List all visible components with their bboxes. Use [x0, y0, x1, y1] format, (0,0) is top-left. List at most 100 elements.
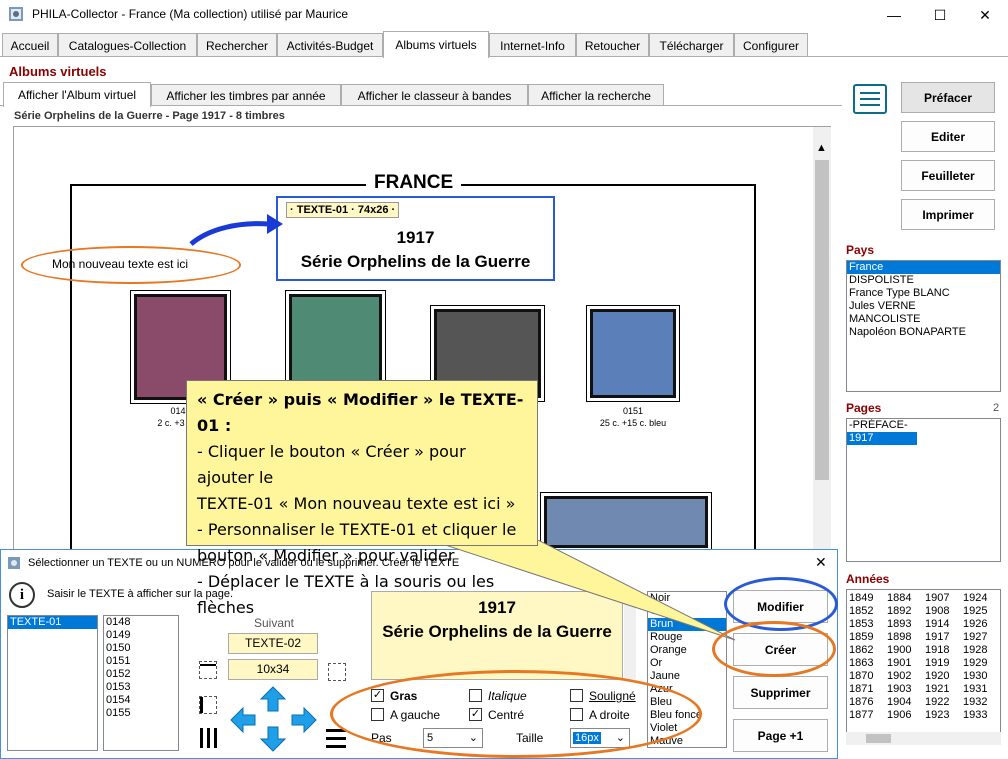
year-item[interactable]: 1908: [925, 605, 949, 617]
list-item[interactable]: Napoléon BONAPARTE: [847, 326, 1000, 339]
imprimer-button[interactable]: Imprimer: [901, 199, 995, 230]
list-item[interactable]: France Type BLANC: [847, 287, 1000, 300]
tab-accueil[interactable]: Accueil: [2, 33, 58, 57]
year-item[interactable]: 1884: [887, 592, 911, 604]
year-item[interactable]: 1931: [963, 683, 987, 695]
year-item[interactable]: 1849: [849, 592, 873, 604]
pas-select[interactable]: 5 ⌄: [423, 728, 483, 748]
list-item[interactable]: 0151: [104, 655, 178, 668]
color-item[interactable]: Bleu: [648, 696, 726, 709]
year-item[interactable]: 1904: [887, 696, 911, 708]
scroll-up-icon[interactable]: ▲: [816, 142, 827, 154]
year-item[interactable]: 1925: [963, 605, 987, 617]
color-item[interactable]: Jaune: [648, 670, 726, 683]
year-item[interactable]: 1932: [963, 696, 987, 708]
italique-checkbox[interactable]: [469, 689, 482, 702]
year-item[interactable]: 1863: [849, 657, 873, 669]
year-item[interactable]: 1930: [963, 670, 987, 682]
year-item[interactable]: 1877: [849, 709, 873, 721]
year-item[interactable]: 1898: [887, 631, 911, 643]
list-item[interactable]: 0152: [104, 668, 178, 681]
year-item[interactable]: 1929: [963, 657, 987, 669]
tab-retoucher[interactable]: Retoucher: [576, 33, 649, 57]
align-vertical-icon[interactable]: [199, 728, 219, 750]
year-item[interactable]: 1918: [925, 644, 949, 656]
minimize-button[interactable]: —: [871, 0, 917, 30]
arrow-right-icon[interactable]: [291, 707, 317, 733]
new-text[interactable]: Mon nouveau texte est ici: [52, 257, 188, 271]
year-item[interactable]: 1923: [925, 709, 949, 721]
year-item[interactable]: 1919: [925, 657, 949, 669]
dialog-close-icon[interactable]: ✕: [815, 554, 827, 571]
year-item[interactable]: 1920: [925, 670, 949, 682]
align-left-icon[interactable]: [199, 696, 217, 714]
year-item[interactable]: 1853: [849, 618, 873, 630]
page-plus-one-button[interactable]: Page +1: [733, 719, 828, 752]
align-right-icon[interactable]: [328, 663, 346, 681]
year-item[interactable]: 1871: [849, 683, 873, 695]
gras-checkbox[interactable]: ✓: [371, 689, 384, 702]
color-item[interactable]: Violet: [648, 722, 726, 735]
color-item[interactable]: Or: [648, 657, 726, 670]
list-item[interactable]: France: [847, 261, 1000, 274]
annees-scrollbar[interactable]: [846, 732, 1001, 745]
year-item[interactable]: 1906: [887, 709, 911, 721]
year-item[interactable]: 1914: [925, 618, 949, 630]
align-horizontal-icon[interactable]: [326, 728, 346, 750]
list-item[interactable]: -PRÉFACE-: [847, 419, 1000, 432]
year-item[interactable]: 1921: [925, 683, 949, 695]
arrow-down-icon[interactable]: [260, 726, 286, 752]
arrow-left-icon[interactable]: [230, 707, 256, 733]
year-item[interactable]: 1928: [963, 644, 987, 656]
year-item[interactable]: 1876: [849, 696, 873, 708]
year-item[interactable]: 1852: [849, 605, 873, 617]
taille-select[interactable]: 16px ⌄: [570, 728, 630, 748]
subtab-album[interactable]: Afficher l'Album virtuel: [3, 82, 151, 107]
tab-catalogues[interactable]: Catalogues-Collection: [58, 33, 197, 57]
album-header-box[interactable]: · TEXTE-01 · 74x26 · 1917 Série Orphelin…: [276, 196, 555, 281]
year-item[interactable]: 1924: [963, 592, 987, 604]
tab-telecharger[interactable]: Télécharger: [649, 33, 734, 57]
pays-list[interactable]: France DISPOLISTE France Type BLANC Jule…: [846, 260, 1001, 392]
year-item[interactable]: 1927: [963, 631, 987, 643]
subtab-recherche[interactable]: Afficher la recherche: [528, 84, 664, 106]
arrow-up-icon[interactable]: [260, 686, 286, 712]
list-item[interactable]: DISPOLISTE: [847, 274, 1000, 287]
suivant-field[interactable]: TEXTE-02: [228, 633, 318, 654]
list-view-icon[interactable]: [853, 84, 887, 114]
year-item[interactable]: 1926: [963, 618, 987, 630]
souligne-checkbox[interactable]: [570, 689, 583, 702]
year-item[interactable]: 1933: [963, 709, 987, 721]
tab-rechercher[interactable]: Rechercher: [197, 33, 277, 57]
color-item[interactable]: Bleu foncé: [648, 709, 726, 722]
tab-albums[interactable]: Albums virtuels: [383, 31, 489, 58]
year-item[interactable]: 1901: [887, 657, 911, 669]
subtab-classeur[interactable]: Afficher le classeur à bandes: [341, 84, 528, 106]
list-item[interactable]: 0153: [104, 681, 178, 694]
list-item[interactable]: 0149: [104, 629, 178, 642]
year-item[interactable]: 1917: [925, 631, 949, 643]
color-item[interactable]: Azur: [648, 683, 726, 696]
list-item[interactable]: 0154: [104, 694, 178, 707]
list-item[interactable]: 1917: [847, 432, 917, 445]
feuilleter-button[interactable]: Feuilleter: [901, 160, 995, 191]
year-item[interactable]: 1859: [849, 631, 873, 643]
list-item[interactable]: 0155: [104, 707, 178, 720]
size-field[interactable]: 10x34: [228, 659, 318, 680]
number-list[interactable]: 0148 0149 0150 0151 0152 0153 0154 0155: [103, 615, 179, 751]
supprimer-button[interactable]: Supprimer: [733, 676, 828, 709]
list-item[interactable]: Jules VERNE: [847, 300, 1000, 313]
editer-button[interactable]: Editer: [901, 121, 995, 152]
pages-list[interactable]: -PRÉFACE- 1917: [846, 418, 1001, 562]
agauche-checkbox[interactable]: [371, 708, 384, 721]
list-item[interactable]: 0150: [104, 642, 178, 655]
year-item[interactable]: 1893: [887, 618, 911, 630]
annees-grid[interactable]: 1849 1884 1907 1924 1852 1892 1908 1925 1853 1893…: [846, 589, 1001, 745]
centre-checkbox[interactable]: ✓: [469, 708, 482, 721]
list-item[interactable]: TEXTE-01: [8, 616, 97, 629]
maximize-button[interactable]: ☐: [917, 0, 963, 30]
tab-internet[interactable]: Internet-Info: [489, 33, 576, 57]
color-item[interactable]: Mauve: [648, 735, 726, 747]
year-item[interactable]: 1902: [887, 670, 911, 682]
year-item[interactable]: 1903: [887, 683, 911, 695]
